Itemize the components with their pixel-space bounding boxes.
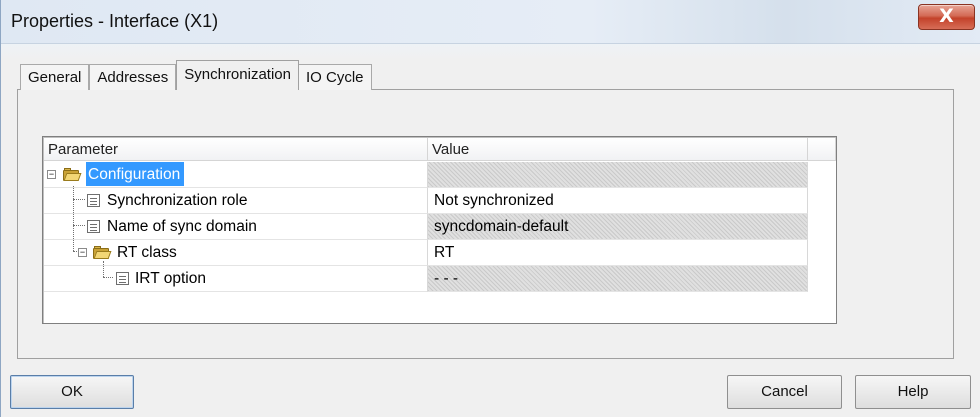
value-cell: - - - — [428, 266, 808, 292]
folder-icon — [63, 168, 82, 181]
tab-general[interactable]: General — [20, 64, 90, 90]
parameter-label: Synchronization role — [107, 192, 248, 209]
cancel-button[interactable]: Cancel — [727, 375, 842, 409]
grid-row-sync-domain[interactable]: Name of sync domain syncdomain-default — [44, 214, 808, 240]
parameter-cell: Synchronization role — [44, 188, 428, 214]
parameter-label: RT class — [117, 244, 177, 261]
value-cell[interactable]: Not synchronized — [428, 188, 808, 214]
column-header-spacer — [808, 138, 836, 161]
collapse-icon[interactable]: − — [78, 248, 87, 257]
ok-button[interactable]: OK — [10, 375, 134, 409]
collapse-icon[interactable]: − — [47, 170, 56, 179]
value-cell[interactable]: RT — [428, 240, 808, 266]
parameter-label: IRT option — [135, 270, 206, 287]
parameter-label: Name of sync domain — [107, 218, 257, 235]
grid-row-configuration[interactable]: − Configuration — [44, 162, 808, 188]
tab-synchronization[interactable]: Synchronization — [176, 60, 299, 90]
grid-row-irt-option[interactable]: IRT option - - - — [44, 266, 808, 292]
parameter-cell: − RT class — [44, 240, 428, 266]
parameter-icon — [116, 272, 129, 285]
grid-row-synchronization-role[interactable]: Synchronization role Not synchronized — [44, 188, 808, 214]
parameter-cell: − Configuration — [44, 162, 428, 188]
window-title: Properties - Interface (X1) — [11, 11, 219, 31]
parameter-icon — [87, 220, 100, 233]
parameter-cell: IRT option — [44, 266, 428, 292]
folder-icon — [93, 246, 112, 259]
value-cell — [428, 162, 808, 188]
properties-dialog: Properties - Interface (X1) X General Ad… — [0, 0, 980, 417]
column-header-parameter[interactable]: Parameter — [44, 138, 428, 161]
tab-io-cycle[interactable]: IO Cycle — [298, 64, 372, 90]
value-cell: syncdomain-default — [428, 214, 808, 240]
help-button[interactable]: Help — [855, 375, 971, 409]
parameter-grid: Parameter Value − Configuration Synchron… — [42, 136, 837, 324]
parameter-cell: Name of sync domain — [44, 214, 428, 240]
close-button[interactable]: X — [918, 4, 975, 30]
grid-row-rt-class[interactable]: − RT class RT — [44, 240, 808, 266]
title-bar[interactable]: Properties - Interface (X1) X — [1, 0, 980, 44]
parameter-label[interactable]: Configuration — [86, 162, 185, 186]
parameter-icon — [87, 194, 100, 207]
tab-addresses[interactable]: Addresses — [89, 64, 177, 90]
column-header-value[interactable]: Value — [428, 138, 808, 161]
tab-strip: General Addresses Synchronization IO Cyc… — [20, 60, 372, 90]
grid-header: Parameter Value — [44, 138, 836, 161]
